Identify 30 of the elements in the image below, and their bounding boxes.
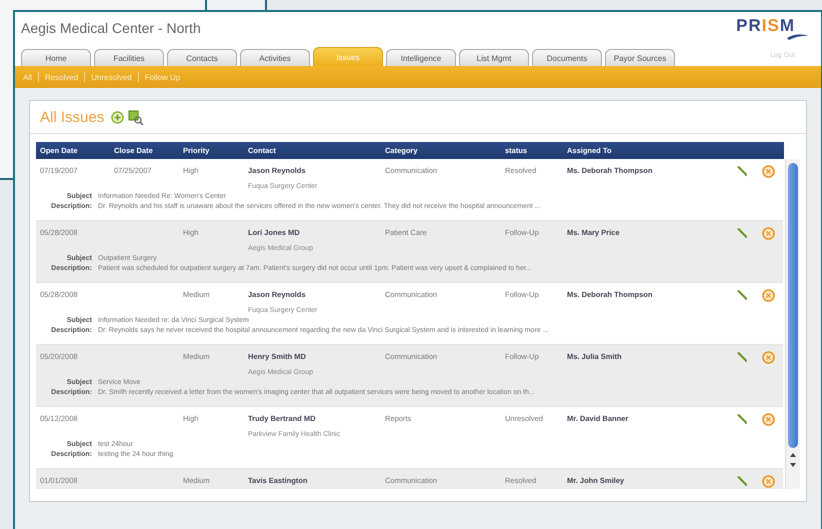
delete-icon[interactable] (762, 413, 775, 426)
edit-icon[interactable] (736, 475, 748, 487)
nav-tab[interactable]: Payor Sources (605, 49, 675, 66)
delete-icon[interactable] (762, 165, 775, 178)
nav-tab[interactable]: Home (21, 49, 91, 66)
edit-icon[interactable] (736, 351, 748, 363)
panel-title: All Issues (40, 108, 104, 126)
edit-icon[interactable] (736, 413, 748, 425)
issue-row[interactable] (36, 221, 783, 283)
nav-tab[interactable]: Intelligence (386, 49, 456, 66)
edit-icon[interactable] (736, 165, 748, 177)
window-title: Aegis Medical Center - North (21, 20, 201, 36)
scrollbar[interactable] (785, 159, 800, 489)
nav-tab[interactable]: Contacts (167, 49, 237, 66)
delete-icon[interactable] (762, 475, 775, 488)
scroll-down-icon[interactable] (789, 462, 797, 468)
nav-tab[interactable]: Activities (240, 49, 310, 66)
delete-icon[interactable] (762, 351, 775, 364)
delete-icon[interactable] (762, 289, 775, 302)
nav-tab[interactable]: Documents (532, 49, 602, 66)
delete-icon[interactable] (762, 227, 775, 240)
logo: PRISM (736, 16, 809, 40)
issue-row[interactable] (36, 345, 783, 407)
edit-icon[interactable] (736, 289, 748, 301)
edit-icon[interactable] (736, 227, 748, 239)
add-icon[interactable] (111, 110, 124, 124)
scroll-up-icon[interactable] (789, 452, 797, 458)
search-icon[interactable] (128, 110, 144, 124)
nav-tab[interactable]: List Mgmt (459, 49, 529, 66)
nav-tab[interactable]: Facilities (94, 49, 164, 66)
